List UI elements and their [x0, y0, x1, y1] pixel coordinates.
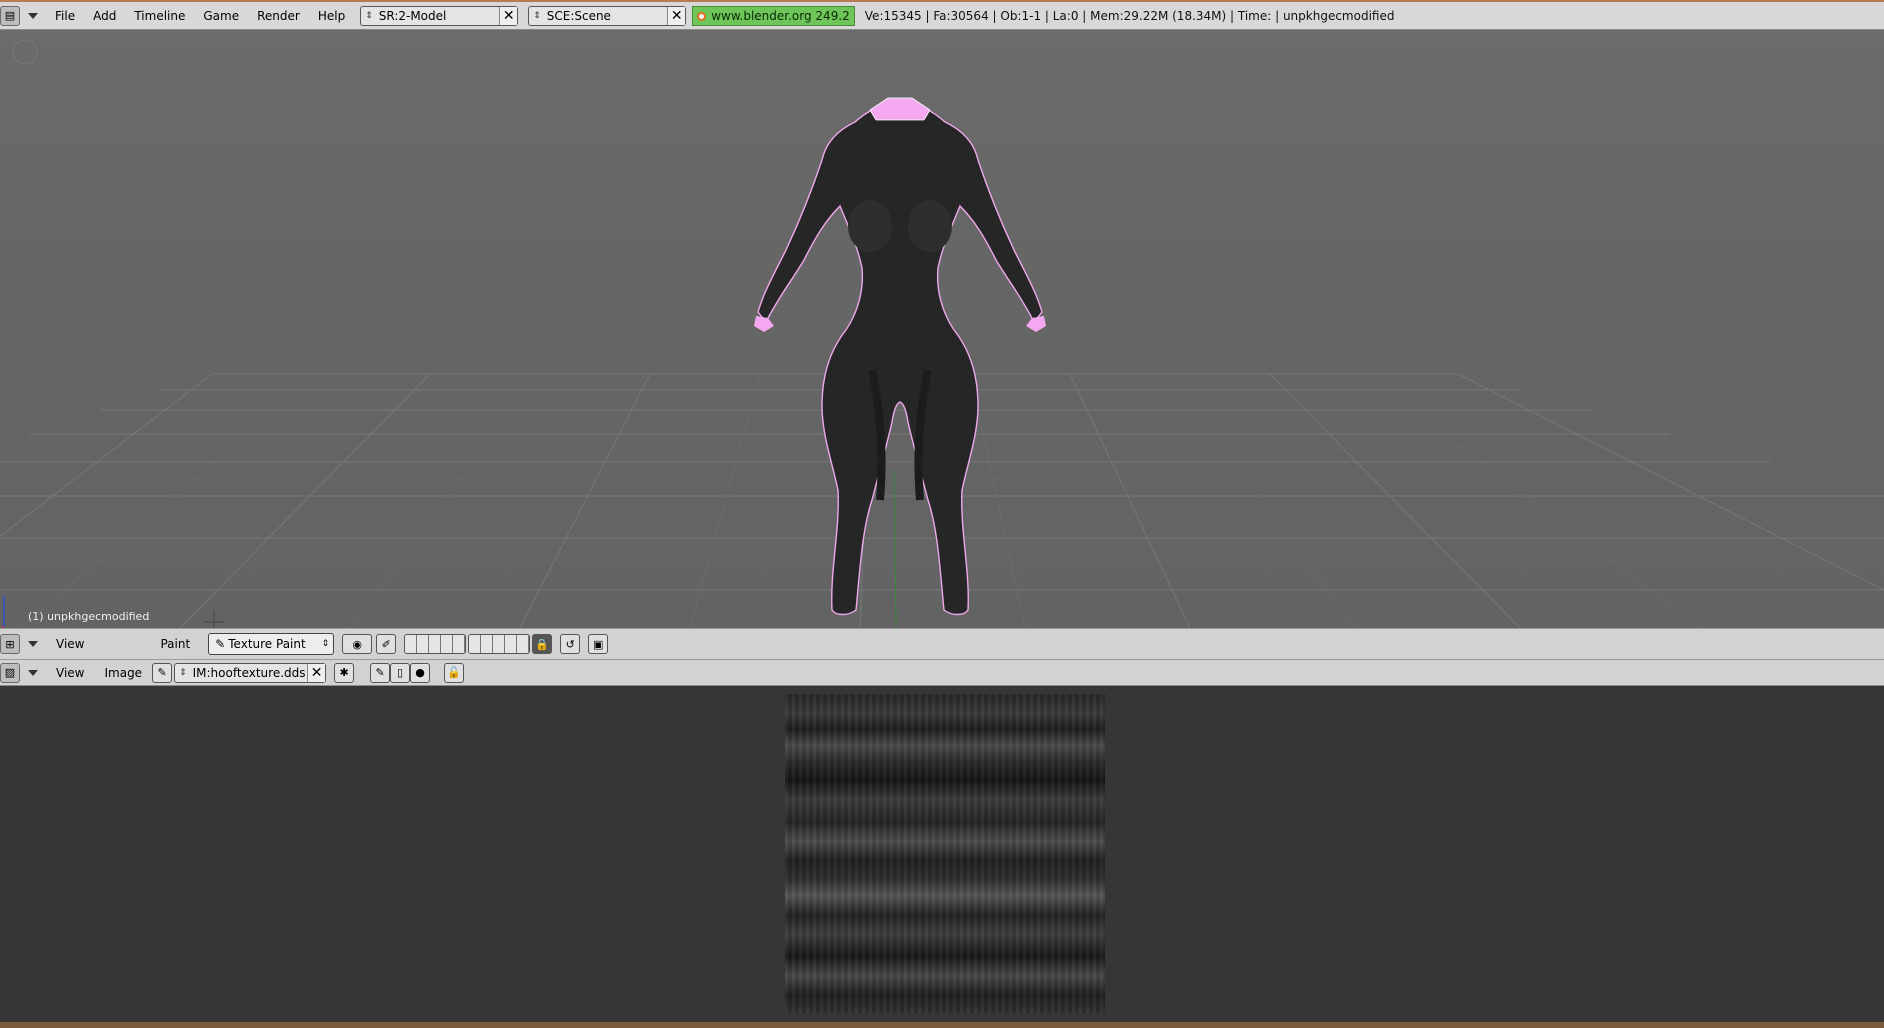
menu-game[interactable]: Game — [194, 9, 248, 23]
scene-selector[interactable]: ⇕ SCE:Scene ✕ — [528, 5, 687, 26]
updown-icon: ⇕ — [365, 10, 373, 21]
active-object-label: (1) unpkhgecmodified — [28, 610, 150, 623]
menu-image[interactable]: Image — [94, 666, 152, 680]
scene-stats: Ve:15345 | Fa:30564 | Ob:1-1 | La:0 | Me… — [864, 8, 1395, 23]
screen-name: SR:2-Model — [378, 8, 447, 23]
menu-paint[interactable]: Paint — [150, 637, 200, 651]
info-header: ▤ File Add Timeline Game Render Help ⇕ S… — [0, 0, 1884, 30]
render-preview-icon[interactable]: ▣ — [588, 634, 609, 654]
image-editor-header: ▨ View Image ✎ ⇕ IM:hooftexture.dds ✕ ✱ … — [0, 660, 1884, 686]
screen-selector[interactable]: ⇕ SR:2-Model ✕ — [360, 5, 519, 26]
menu-timeline[interactable]: Timeline — [125, 9, 194, 23]
selected-left-wrist-faces — [754, 316, 774, 332]
menu-help[interactable]: Help — [309, 9, 354, 23]
uv-mask-icon[interactable]: ▯ — [390, 662, 411, 683]
editor-type-button[interactable]: ▨ — [0, 662, 20, 683]
selected-right-wrist-faces — [1026, 316, 1046, 332]
editor-type-button[interactable]: ⊞ — [0, 634, 20, 654]
pivot-button[interactable]: ✐ — [376, 634, 397, 654]
menu-view[interactable]: View — [46, 666, 94, 680]
menu-add[interactable]: Add — [84, 9, 125, 23]
updown-icon: ⇕ — [321, 639, 330, 649]
updown-icon: ⇕ — [179, 667, 187, 678]
view-navigation-icon[interactable] — [12, 39, 38, 65]
unlink-image-icon[interactable]: ✕ — [307, 663, 326, 682]
website-text: www.blender.org 249.2 — [711, 8, 850, 23]
image-settings-icon[interactable]: ✱ — [334, 662, 355, 683]
mesh-object[interactable] — [754, 97, 1046, 616]
collapse-menu-icon[interactable] — [28, 641, 38, 647]
3d-cursor-icon — [204, 610, 224, 628]
brush-icon: ✎ — [215, 637, 226, 651]
scene-name: SCE:Scene — [546, 8, 611, 23]
layer-buttons-b[interactable] — [468, 634, 531, 654]
lock-icon[interactable]: 🔒 — [532, 634, 553, 654]
editor-type-button[interactable]: ▤ — [0, 5, 20, 26]
blender-logo-icon — [697, 11, 707, 21]
snap-icon[interactable]: ↺ — [560, 634, 581, 654]
delete-screen-icon[interactable]: ✕ — [499, 6, 518, 25]
menu-view[interactable]: View — [46, 637, 94, 651]
mesh-shading — [848, 200, 892, 252]
mode-value: Texture Paint — [228, 637, 306, 651]
collapse-menu-icon[interactable] — [28, 669, 38, 676]
image-selector[interactable]: ⇕ IM:hooftexture.dds ✕ — [174, 662, 327, 683]
3d-viewport[interactable]: (1) unpkhgecmodified — [0, 30, 1884, 628]
axis-gizmo-icon — [1, 596, 5, 628]
blender-website-link[interactable]: www.blender.org 249.2 — [692, 5, 855, 26]
3d-view-header: ⊞ View Paint ✎ Texture Paint ⇕ ◉ ✐ 🔒 ↺ ▣ — [0, 628, 1884, 660]
mode-selector[interactable]: ✎ Texture Paint ⇕ — [208, 633, 335, 655]
layer-buttons-a[interactable] — [404, 634, 467, 654]
brush-paint-icon[interactable]: ✎ — [370, 662, 391, 683]
paint-tool-icon[interactable]: ✎ — [152, 662, 173, 683]
image-editor[interactable] — [0, 686, 1884, 1022]
menu-file[interactable]: File — [46, 9, 84, 23]
mesh-shading — [908, 200, 952, 252]
viewport-canvas — [0, 39, 1884, 628]
menu-render[interactable]: Render — [248, 9, 309, 23]
draw-type-button[interactable]: ◉ — [342, 634, 373, 654]
record-icon[interactable]: ● — [410, 662, 431, 683]
y-axis-line — [893, 469, 897, 628]
updown-icon: ⇕ — [533, 10, 541, 21]
delete-scene-icon[interactable]: ✕ — [667, 6, 686, 25]
image-name: IM:hooftexture.dds — [192, 665, 306, 680]
selected-neck-faces — [869, 97, 931, 121]
texture-image — [785, 694, 1105, 1014]
os-taskbar — [0, 1022, 1884, 1028]
lock-icon[interactable]: 🔓 — [444, 662, 465, 683]
collapse-menu-icon[interactable] — [28, 12, 38, 19]
